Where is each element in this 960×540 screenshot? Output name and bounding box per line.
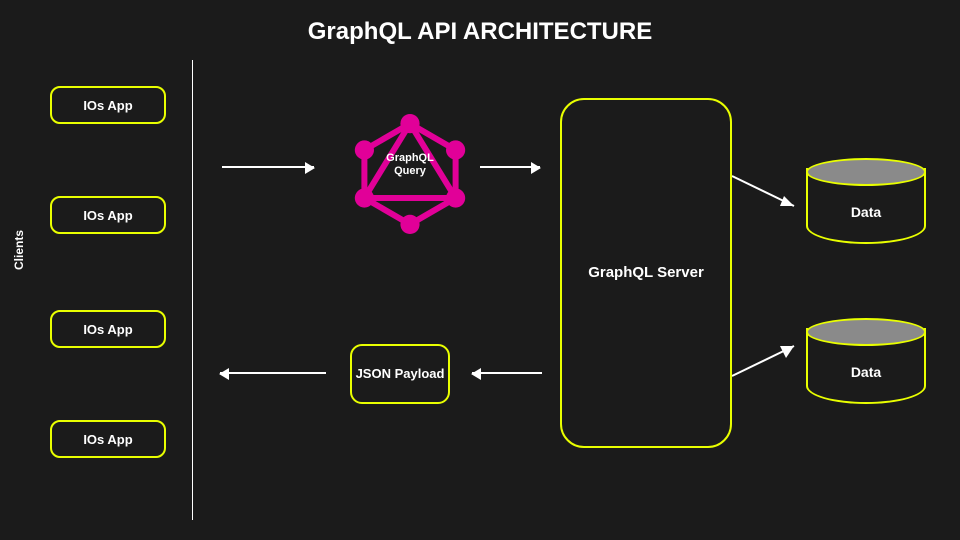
client-box: IOs App: [50, 310, 166, 348]
arrow-icon: [472, 372, 542, 374]
arrow-icon: [222, 166, 314, 168]
database-label: Data: [806, 204, 926, 220]
clients-group-label: Clients: [12, 230, 26, 270]
graphql-server-node: GraphQL Server: [560, 98, 732, 448]
client-box: IOs App: [50, 86, 166, 124]
arrow-icon: [728, 334, 808, 384]
database-node: Data: [806, 318, 926, 408]
json-payload-node: JSON Payload: [350, 344, 450, 404]
arrow-icon: [728, 170, 808, 220]
client-box: IOs App: [50, 196, 166, 234]
diagram-canvas: GraphQL API ARCHITECTURE Clients IOs App…: [0, 0, 960, 540]
clients-divider: [192, 60, 193, 520]
arrow-icon: [480, 166, 540, 168]
database-node: Data: [806, 158, 926, 248]
diagram-title: GraphQL API ARCHITECTURE: [0, 18, 960, 46]
graphql-query-label: GraphQL Query: [380, 152, 440, 178]
database-label: Data: [806, 364, 926, 380]
client-box: IOs App: [50, 420, 166, 458]
arrow-icon: [220, 372, 326, 374]
